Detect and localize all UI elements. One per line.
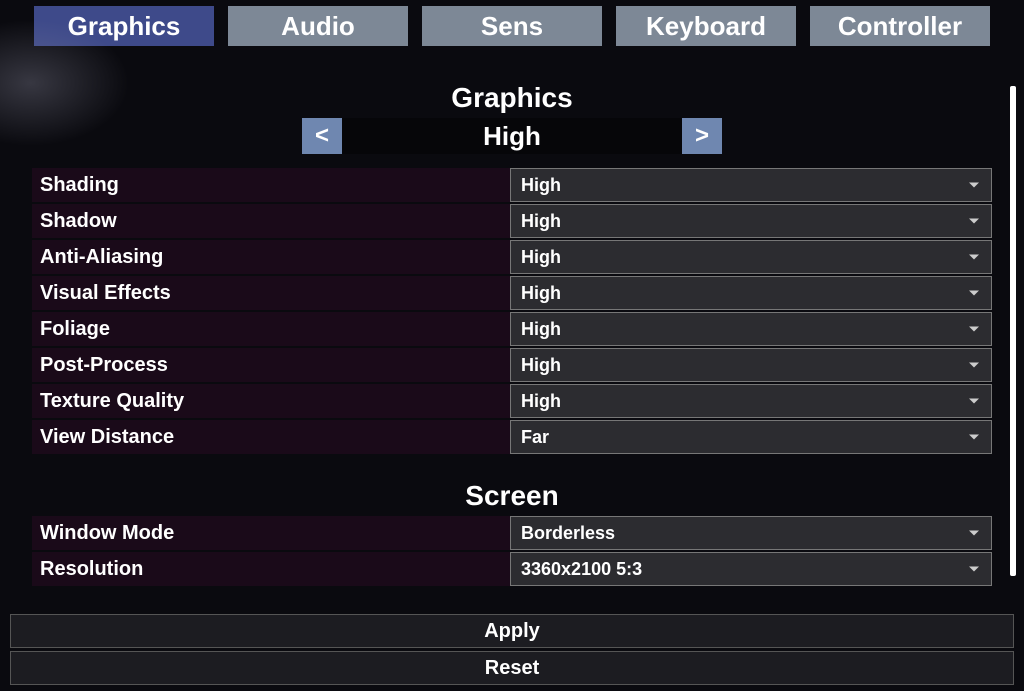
preset-next-button[interactable]: > (682, 118, 722, 154)
select-post-process[interactable]: High (510, 348, 992, 382)
tab-audio[interactable]: Audio (228, 6, 408, 46)
select-texture-quality[interactable]: High (510, 384, 992, 418)
tabs-bar: Graphics Audio Sens Keyboard Controller (0, 0, 1024, 46)
select-view-distance[interactable]: Far (510, 420, 992, 454)
screen-settings-list: Window Mode Borderless Resolution 3360x2… (22, 516, 1002, 586)
label-post-process: Post-Process (32, 348, 510, 382)
select-shadow[interactable]: High (510, 204, 992, 238)
section-title-graphics: Graphics (22, 82, 1002, 114)
row-visual-effects: Visual Effects High (32, 276, 992, 310)
tab-graphics[interactable]: Graphics (34, 6, 214, 46)
select-resolution[interactable]: 3360x2100 5:3 (510, 552, 992, 586)
row-post-process: Post-Process High (32, 348, 992, 382)
label-resolution: Resolution (32, 552, 510, 586)
settings-content: Graphics < High > Shading High Shadow Hi… (0, 46, 1024, 586)
apply-button[interactable]: Apply (10, 614, 1014, 648)
tab-keyboard[interactable]: Keyboard (616, 6, 796, 46)
scrollbar[interactable] (1010, 86, 1016, 576)
label-shadow: Shadow (32, 204, 510, 238)
footer-buttons: Apply Reset (10, 614, 1014, 685)
label-visual-effects: Visual Effects (32, 276, 510, 310)
select-window-mode[interactable]: Borderless (510, 516, 992, 550)
select-shading[interactable]: High (510, 168, 992, 202)
select-foliage[interactable]: High (510, 312, 992, 346)
label-window-mode: Window Mode (32, 516, 510, 550)
row-anti-aliasing: Anti-Aliasing High (32, 240, 992, 274)
row-view-distance: View Distance Far (32, 420, 992, 454)
row-shading: Shading High (32, 168, 992, 202)
preset-prev-button[interactable]: < (302, 118, 342, 154)
tab-controller[interactable]: Controller (810, 6, 990, 46)
tab-sens[interactable]: Sens (422, 6, 602, 46)
row-foliage: Foliage High (32, 312, 992, 346)
graphics-settings-list: Shading High Shadow High Anti-Aliasing H… (22, 168, 1002, 454)
label-anti-aliasing: Anti-Aliasing (32, 240, 510, 274)
preset-selector: < High > (22, 118, 1002, 154)
section-title-screen: Screen (22, 480, 1002, 512)
row-shadow: Shadow High (32, 204, 992, 238)
select-visual-effects[interactable]: High (510, 276, 992, 310)
label-foliage: Foliage (32, 312, 510, 346)
row-texture-quality: Texture Quality High (32, 384, 992, 418)
label-texture-quality: Texture Quality (32, 384, 510, 418)
row-resolution: Resolution 3360x2100 5:3 (32, 552, 992, 586)
select-anti-aliasing[interactable]: High (510, 240, 992, 274)
label-view-distance: View Distance (32, 420, 510, 454)
label-shading: Shading (32, 168, 510, 202)
row-window-mode: Window Mode Borderless (32, 516, 992, 550)
preset-value: High (342, 118, 682, 154)
reset-button[interactable]: Reset (10, 651, 1014, 685)
